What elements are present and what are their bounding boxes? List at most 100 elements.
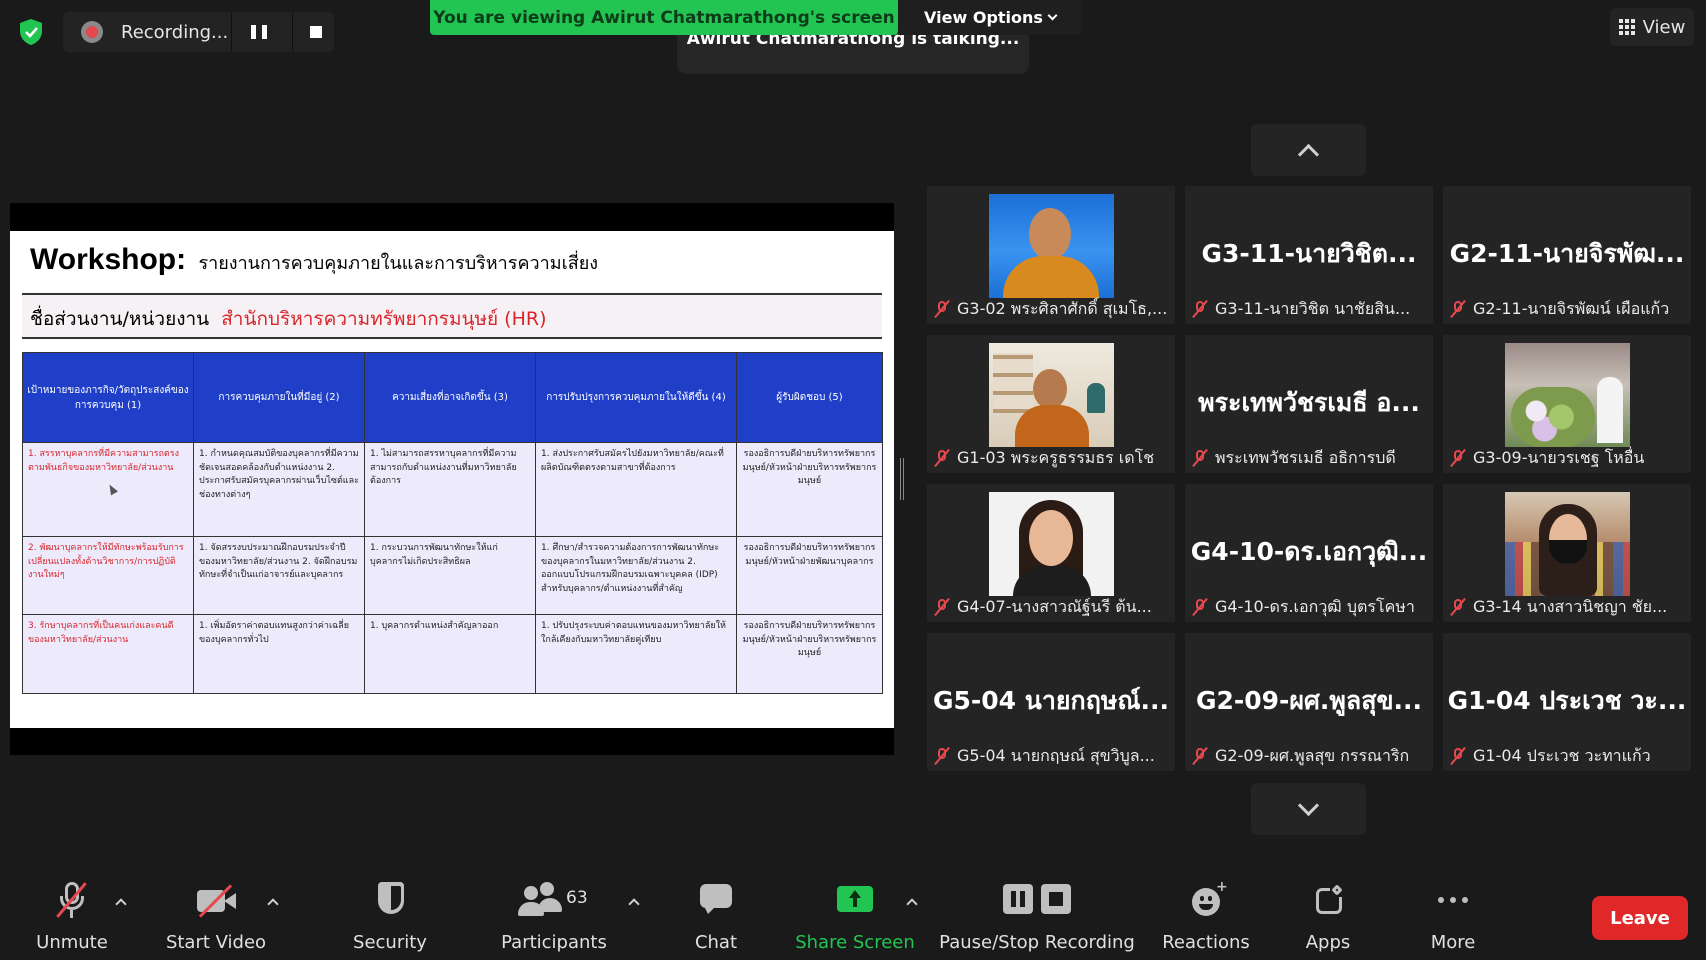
gallery-page-down-button[interactable] bbox=[1251, 783, 1366, 835]
apps-button[interactable]: Apps bbox=[1302, 876, 1354, 956]
participant-tile[interactable]: G3-11-นายวิชิต... G3-11-นายวิชิต นาชัยสิ… bbox=[1185, 186, 1433, 324]
participants-icon-group: 63 bbox=[514, 880, 594, 920]
participants-label: Participants bbox=[501, 932, 607, 953]
audio-options-caret-icon[interactable] bbox=[115, 898, 127, 910]
tile-footer: G1-03 พระครูธรรมธร เดโช bbox=[933, 447, 1169, 469]
view-options-button[interactable]: View Options bbox=[898, 0, 1082, 35]
muted-mic-icon bbox=[1449, 299, 1467, 319]
department-row: ชื่อส่วนงาน/หน่วยงาน สำนักบริหารความทรัพ… bbox=[22, 295, 882, 339]
table-cell: 1. กระบวนการพัฒนาทักษะให้แก่บุคลากรไม่เก… bbox=[364, 536, 536, 615]
reactions-button[interactable]: + Reactions bbox=[1162, 876, 1250, 956]
participants-button[interactable]: 63 Participants bbox=[500, 876, 608, 956]
tile-footer: G5-04 นายกฤษณ์ สุขวิบูล... bbox=[933, 745, 1169, 767]
security-label: Security bbox=[353, 932, 427, 953]
muted-mic-icon bbox=[1449, 597, 1467, 617]
tile-footer: G4-07-นางสาวณัฐ์นรี ต้น... bbox=[933, 596, 1169, 618]
leave-meeting-button[interactable]: Leave bbox=[1592, 896, 1688, 940]
meeting-toolbar: Unmute Start Video Security 63 Participa… bbox=[0, 868, 1706, 960]
participant-name: G5-04 นายกฤษณ์ สุขวิบูล... bbox=[957, 745, 1155, 765]
viewing-screen-banner: You are viewing Awirut Chatmarathong's s… bbox=[430, 0, 898, 35]
split-view-resize-handle[interactable] bbox=[900, 458, 904, 500]
share-screen-button[interactable]: Share Screen bbox=[795, 876, 915, 956]
zoom-meeting-window: Recording... Awirut Chatmarathong is tal… bbox=[0, 0, 1706, 960]
chevron-down-icon bbox=[1297, 794, 1320, 816]
table-row: 1. สรรหาบุคลากรที่มีความสามารถตรงตามพันธ… bbox=[22, 442, 883, 537]
grid-view-icon bbox=[1618, 19, 1635, 35]
table-cell: 1. ไม่สามารถสรรหาบุคลากรที่มีความสามารถก… bbox=[364, 442, 536, 537]
participant-tile[interactable]: G2-11-นายจิรพัฒ... G2-11-นายจิรพัฒน์ เผื… bbox=[1443, 186, 1691, 324]
gallery-page-up-button[interactable] bbox=[1251, 124, 1366, 176]
chat-button[interactable]: Chat bbox=[688, 876, 744, 956]
participant-tile[interactable]: G4-07-นางสาวณัฐ์นรี ต้น... bbox=[927, 484, 1175, 622]
participant-display-name: G5-04 นายกฤษณ์... bbox=[933, 686, 1169, 715]
participant-display-name: พระเทพวัชรเมธี อ... bbox=[1198, 388, 1420, 417]
view-label: View bbox=[1642, 16, 1686, 38]
reactions-icon: + bbox=[1186, 880, 1228, 920]
chevron-down-icon bbox=[1047, 10, 1058, 21]
security-button[interactable]: Security bbox=[350, 876, 430, 956]
risk-control-table: เป้าหมายของภารกิจ/วัตถุประสงค์ของการควบค… bbox=[22, 352, 883, 694]
chat-bubble-icon bbox=[696, 880, 736, 920]
participant-tile[interactable]: พระเทพวัชรเมธี อ... พระเทพวัชรเมธี อธิกา… bbox=[1185, 335, 1433, 473]
slide-title-main: Workshop: bbox=[30, 243, 187, 276]
participant-video bbox=[1505, 343, 1630, 447]
pause-stop-icon bbox=[1003, 880, 1071, 920]
participant-tile[interactable]: G3-09-นายวรเชฐ โหอื่น bbox=[1443, 335, 1691, 473]
slide-subtitle: รายงานการควบคุมภายในและการบริหารความเสี่… bbox=[198, 253, 599, 273]
more-button[interactable]: More bbox=[1428, 876, 1478, 956]
participant-video bbox=[1505, 492, 1630, 596]
start-video-button[interactable]: Start Video bbox=[164, 876, 268, 956]
muted-mic-icon bbox=[933, 746, 951, 766]
view-button[interactable]: View bbox=[1610, 8, 1694, 46]
table-cell: 1. ปรับปรุงระบบค่าตอบแทนของมหาวิทยาลัยให… bbox=[535, 614, 737, 694]
pause-stop-recording-button[interactable]: Pause/Stop Recording bbox=[939, 876, 1135, 956]
table-header-row: เป้าหมายของภารกิจ/วัตถุประสงค์ของการควบค… bbox=[22, 352, 883, 443]
tile-footer: G3-02 พระศิลาศักดิ์ สุเมโธ,... bbox=[933, 298, 1169, 320]
participant-tile[interactable]: G2-09-ผศ.พูลสุข... G2-09-ผศ.พูลสุข กรรณา… bbox=[1185, 633, 1433, 771]
participants-options-caret-icon[interactable] bbox=[628, 898, 640, 910]
participant-name: G3-14 นางสาวนิชญา ชัย... bbox=[1473, 596, 1668, 616]
recording-indicator: Recording... bbox=[63, 12, 334, 52]
shared-screen[interactable]: Workshop: รายงานการควบคุมภายในและการบริห… bbox=[10, 203, 894, 755]
tile-footer: G3-14 นางสาวนิชญา ชัย... bbox=[1449, 596, 1685, 618]
participant-display-name: G3-11-นายวิชิต... bbox=[1201, 239, 1417, 268]
participant-tile[interactable]: G4-10-ดร.เอกวุฒิ... G4-10-ดร.เอกวุฒิ บุต… bbox=[1185, 484, 1433, 622]
view-options-label: View Options bbox=[924, 8, 1043, 27]
table-row: 3. รักษาบุคลากรที่เป็นคนเก่งและคนดีของมห… bbox=[22, 614, 883, 694]
column-header: เป้าหมายของภารกิจ/วัตถุประสงค์ของการควบค… bbox=[22, 352, 194, 443]
unmute-label: Unmute bbox=[36, 932, 108, 953]
participant-tile[interactable]: G1-04 ประเวช วะ... G1-04 ประเวช วะทาแก้ว bbox=[1443, 633, 1691, 771]
participant-name: G4-10-ดร.เอกวุฒิ บุตรโคษา bbox=[1215, 596, 1415, 616]
participant-display-name: G4-10-ดร.เอกวุฒิ... bbox=[1190, 537, 1428, 566]
participant-video bbox=[989, 492, 1114, 596]
participant-name: G2-11-นายจิรพัฒน์ เผือแก้ว bbox=[1473, 298, 1670, 318]
table-cell-owner: รองอธิการบดีฝ่ายบริหารทรัพยากรมนุษย์/หัว… bbox=[736, 536, 883, 615]
tile-footer: G2-09-ผศ.พูลสุข กรรณาริก bbox=[1191, 745, 1427, 767]
column-header: ความเสี่ยงที่อาจเกิดขึ้น (3) bbox=[364, 352, 536, 443]
divider bbox=[292, 12, 293, 52]
participant-display-name: G2-11-นายจิรพัฒ... bbox=[1449, 239, 1685, 268]
participant-tile[interactable]: G5-04 นายกฤษณ์... G5-04 นายกฤษณ์ สุขวิบู… bbox=[927, 633, 1175, 771]
tile-footer: G1-04 ประเวช วะทาแก้ว bbox=[1449, 745, 1685, 767]
stop-recording-icon[interactable] bbox=[310, 26, 322, 38]
pause-recording-icon[interactable] bbox=[251, 25, 267, 39]
unmute-button[interactable]: Unmute bbox=[30, 876, 114, 956]
tile-footer: G2-11-นายจิรพัฒน์ เผือแก้ว bbox=[1449, 298, 1685, 320]
encryption-shield-icon[interactable] bbox=[18, 18, 44, 46]
participant-tile[interactable]: G3-14 นางสาวนิชญา ชัย... bbox=[1443, 484, 1691, 622]
recording-label: Recording... bbox=[121, 21, 229, 43]
video-off-icon bbox=[196, 880, 236, 920]
participant-display-name: G1-04 ประเวช วะ... bbox=[1447, 686, 1687, 715]
chat-label: Chat bbox=[694, 932, 738, 953]
participant-tile[interactable]: G1-03 พระครูธรรมธร เดโช bbox=[927, 335, 1175, 473]
video-options-caret-icon[interactable] bbox=[267, 898, 279, 910]
tile-footer: พระเทพวัชรเมธี อธิการบดี bbox=[1191, 447, 1427, 469]
participant-name: G4-07-นางสาวณัฐ์นรี ต้น... bbox=[957, 596, 1152, 616]
slide-title: Workshop: รายงานการควบคุมภายในและการบริห… bbox=[30, 243, 598, 277]
participant-gallery: G3-02 พระศิลาศักดิ์ สุเมโธ,... G3-11-นาย… bbox=[927, 186, 1691, 773]
department-value: สำนักบริหารความทรัพยากรมนุษย์ (HR) bbox=[221, 308, 547, 330]
divider bbox=[231, 12, 232, 52]
participant-video bbox=[989, 194, 1114, 298]
tile-footer: G4-10-ดร.เอกวุฒิ บุตรโคษา bbox=[1191, 596, 1427, 618]
participant-tile[interactable]: G3-02 พระศิลาศักดิ์ สุเมโธ,... bbox=[927, 186, 1175, 324]
